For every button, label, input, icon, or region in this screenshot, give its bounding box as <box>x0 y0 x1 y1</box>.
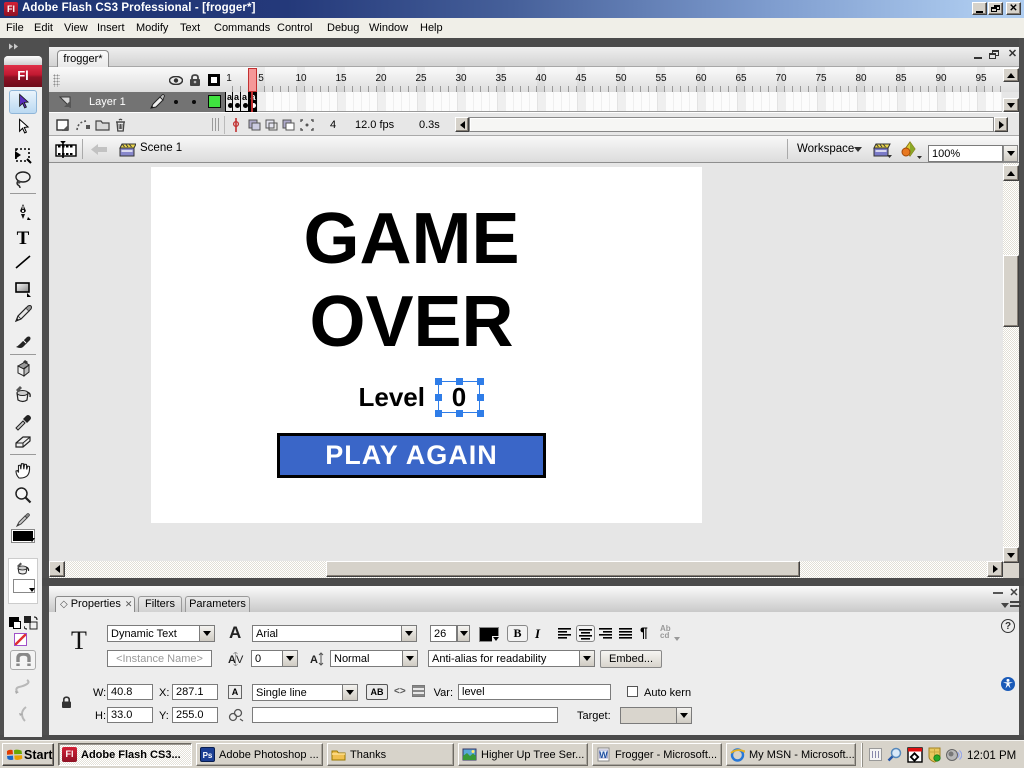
svg-text:W: W <box>599 750 608 760</box>
svg-text:A: A <box>228 654 236 666</box>
svg-text:T: T <box>17 228 30 248</box>
svg-text:A: A <box>310 654 318 666</box>
